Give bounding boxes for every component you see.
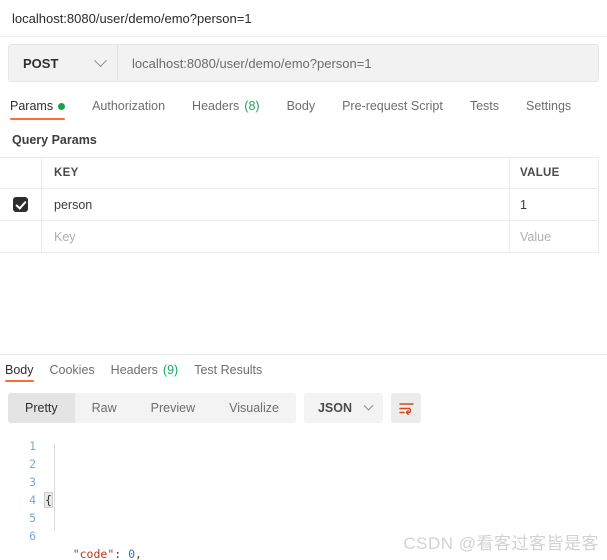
tab-authorization[interactable]: Authorization [92, 99, 165, 120]
tab-tests-label: Tests [469, 99, 499, 113]
chevron-down-icon [363, 400, 374, 411]
tab-settings-label: Settings [526, 99, 572, 113]
response-viewer-toolbar: Pretty Raw Preview Visualize JSON [8, 393, 421, 423]
param-enabled-checkbox[interactable] [13, 197, 28, 212]
request-url-value: localhost:8080/user/demo/emo?person=1 [132, 55, 372, 71]
response-divider [0, 354, 607, 355]
tab-headers[interactable]: Headers (8) [192, 99, 260, 120]
tab-authorization-label: Authorization [92, 99, 166, 113]
tab-headers-count: (8) [244, 99, 260, 113]
request-url-input[interactable]: localhost:8080/user/demo/emo?person=1 [118, 45, 598, 81]
view-mode-preview-label: Preview [150, 401, 196, 415]
response-format-label: JSON [317, 401, 352, 415]
param-value-value: 1 [520, 197, 527, 212]
browser-url-text: localhost:8080/user/demo/emo?person=1 [0, 0, 607, 37]
tab-test-results-label: Test Results [194, 363, 263, 377]
line-number: 3 [29, 475, 36, 489]
code-fold-rail [54, 444, 55, 530]
view-mode-preview[interactable]: Preview [134, 393, 212, 423]
http-method-select[interactable]: POST [9, 45, 118, 81]
table-header-row: KEY VALUE [0, 158, 599, 189]
params-modified-dot-icon [58, 102, 66, 110]
param-value-cell-empty[interactable]: Value [510, 221, 599, 252]
json-colon: : [114, 547, 129, 560]
json-key: "code" [72, 547, 115, 560]
response-tabs: Body Cookies Headers (9) Test Results [0, 358, 278, 382]
tab-pre-request-script[interactable]: Pre-request Script [342, 99, 443, 120]
tab-test-results[interactable]: Test Results [194, 363, 262, 382]
tab-body-label: Body [286, 99, 316, 113]
wrap-lines-icon [398, 403, 414, 415]
view-mode-visualize-label: Visualize [229, 401, 279, 415]
view-mode-raw-label: Raw [91, 401, 117, 415]
request-tabs: Params Authorization Headers (8) Body Pr… [0, 90, 607, 120]
view-mode-raw[interactable]: Raw [75, 393, 134, 423]
tab-body[interactable]: Body [287, 99, 316, 120]
tab-params[interactable]: Params [10, 99, 66, 120]
http-method-label: POST [23, 55, 59, 71]
row-checkbox-cell[interactable] [0, 189, 42, 220]
request-bar: POST localhost:8080/user/demo/emo?person… [8, 44, 599, 82]
header-cell-check [0, 158, 42, 188]
row-checkbox-cell[interactable] [0, 221, 42, 252]
json-number: 0 [128, 547, 136, 560]
csdn-watermark: CSDN @看客过客皆是客 [403, 534, 599, 553]
tab-pre-request-script-label: Pre-request Script [342, 99, 443, 113]
wrap-lines-button[interactable] [391, 393, 421, 423]
line-number: 1 [29, 439, 36, 453]
tab-response-headers-count: (9) [162, 363, 179, 377]
line-number-gutter: 1 2 3 4 5 6 [0, 432, 45, 560]
json-comma: , [135, 547, 142, 560]
tab-response-body-label: Body [5, 363, 34, 377]
line-number: 6 [29, 529, 36, 543]
line-number: 4 [29, 493, 36, 507]
tab-headers-label: Headers [192, 99, 240, 113]
view-mode-pretty[interactable]: Pretty [8, 393, 75, 423]
column-header-key: KEY [54, 167, 79, 179]
line-number: 2 [29, 457, 36, 471]
table-row[interactable]: Key Value [0, 221, 599, 253]
code-line: { [44, 491, 607, 509]
tab-settings[interactable]: Settings [526, 99, 571, 120]
param-key-cell[interactable]: person [42, 189, 510, 220]
tab-response-body[interactable]: Body [5, 363, 34, 382]
tab-response-cookies[interactable]: Cookies [50, 363, 95, 382]
query-params-table: KEY VALUE person 1 Key Value [0, 157, 599, 253]
column-header-value: VALUE [520, 167, 560, 179]
view-mode-visualize[interactable]: Visualize [212, 393, 296, 423]
tab-response-headers[interactable]: Headers (9) [111, 363, 179, 382]
param-key-cell-empty[interactable]: Key [42, 221, 510, 252]
tab-params-label: Params [10, 99, 54, 113]
json-open-brace: { [44, 492, 53, 508]
param-key-placeholder: Key [54, 229, 76, 244]
tab-tests[interactable]: Tests [470, 99, 499, 120]
view-mode-group: Pretty Raw Preview Visualize [8, 393, 296, 423]
view-mode-pretty-label: Pretty [25, 401, 58, 415]
line-number: 5 [29, 511, 36, 525]
tab-response-headers-label: Headers [110, 363, 158, 377]
response-format-select[interactable]: JSON [303, 393, 383, 423]
table-row[interactable]: person 1 [0, 189, 599, 221]
query-params-title: Query Params [12, 133, 97, 147]
param-value-placeholder: Value [520, 229, 552, 244]
param-value-cell[interactable]: 1 [510, 189, 599, 220]
param-key-value: person [54, 197, 93, 212]
chevron-down-icon [94, 53, 107, 67]
tab-response-cookies-label: Cookies [49, 363, 95, 377]
